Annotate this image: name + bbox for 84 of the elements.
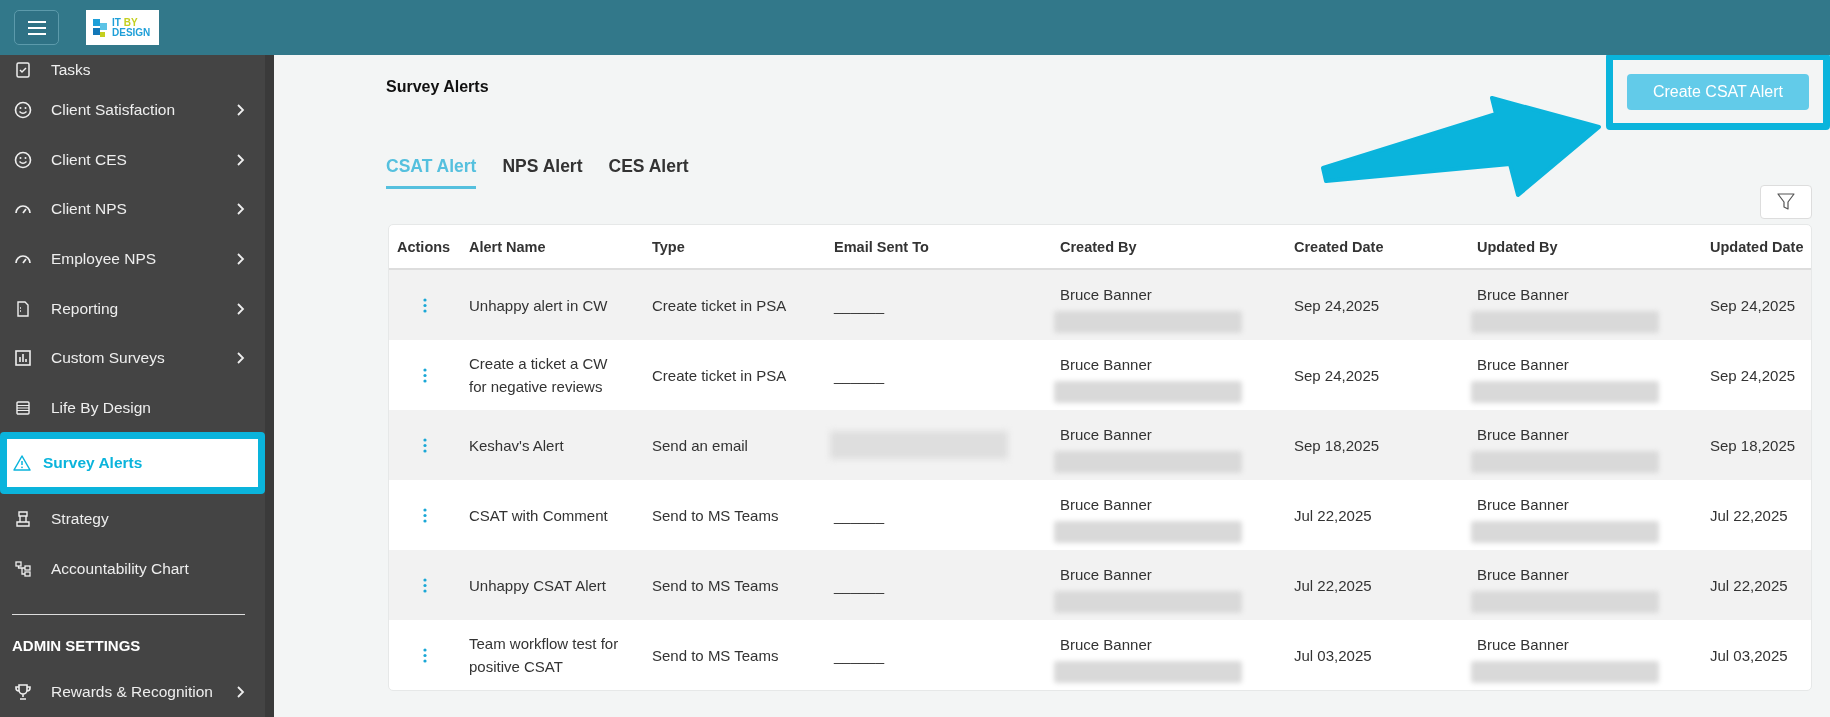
table-cell-text: Jul 22,2025	[1293, 576, 1373, 594]
table-cell-text: Sep 18,2025	[1709, 436, 1797, 454]
table-cell: ______	[834, 296, 885, 314]
sidebar-item[interactable]: Client CES	[0, 135, 265, 185]
smiley-icon	[14, 101, 32, 120]
table-cell-text: Create ticket in PSA	[651, 366, 788, 384]
sidebar-item[interactable]: Reporting	[0, 283, 265, 334]
table-cell: ______	[834, 646, 885, 664]
column-header: Updated By	[1476, 238, 1559, 255]
column-header: Alert Name	[468, 238, 547, 255]
table-cell-text: Keshav's Alert	[469, 435, 565, 456]
table-cell-text: Create ticket in PSA	[651, 296, 788, 314]
table-cell-text: Team workflow test for positive CSAT	[469, 634, 620, 677]
table-cell-text: Jul 22,2025	[1709, 576, 1789, 594]
column-header: Email Sent To	[833, 238, 930, 255]
warning-icon	[13, 454, 31, 473]
table-cell-text: Sep 24,2025	[1709, 366, 1797, 384]
table-cell-text: Sep 18,2025	[1293, 436, 1381, 454]
column-header: Created Date	[1293, 238, 1385, 255]
table-cell-text: Send to MS Teams	[651, 506, 780, 524]
sidebar-item[interactable]: Life By Design	[0, 382, 265, 433]
table-cell-text: Jul 03,2025	[1709, 646, 1789, 664]
table-cell-text: Bruce Banner	[1477, 636, 1570, 653]
table-cell-text: Bruce Banner	[1060, 356, 1153, 373]
table-cell-text: Send to MS Teams	[651, 646, 780, 664]
checklist-icon	[14, 61, 32, 80]
kebab-icon	[423, 437, 427, 453]
tab[interactable]: CES Alert	[608, 148, 689, 189]
table-cell-text: Unhappy alert in CW	[469, 295, 609, 316]
bar-chart-icon	[14, 349, 32, 368]
table-cell-text: Bruce Banner	[1060, 286, 1153, 303]
table-cell-text: Bruce Banner	[1060, 496, 1153, 513]
kebab-icon	[423, 507, 427, 523]
filter-icon	[1777, 193, 1795, 211]
page-title: Survey Alerts	[386, 78, 489, 96]
table-cell-text: Bruce Banner	[1477, 286, 1570, 303]
sidebar-item[interactable]: Accountability Chart	[0, 544, 265, 594]
column-header: Created By	[1059, 238, 1138, 255]
sidebar-item[interactable]: Tasks	[0, 55, 265, 86]
table-cell-text: Bruce Banner	[1477, 426, 1570, 443]
section-heading: ADMIN SETTINGS	[11, 635, 142, 656]
table-cell-text: Bruce Banner	[1477, 356, 1570, 373]
smiley-icon	[14, 150, 32, 169]
table-cell-text: Sep 24,2025	[1293, 366, 1381, 384]
table-cell-text: Unhappy CSAT Alert	[469, 575, 607, 596]
sidebar-item[interactable]: Rewards & Recognition	[0, 667, 265, 717]
table-cell: ______	[834, 366, 885, 384]
table-cell-text: Send to MS Teams	[651, 576, 780, 594]
table-cell-text: Sep 24,2025	[1709, 296, 1797, 314]
sidebar-item[interactable]: Client NPS	[0, 184, 265, 235]
table-cell-text: Sep 24,2025	[1293, 296, 1381, 314]
table-cell: ______	[834, 576, 885, 594]
tab[interactable]: NPS Alert	[502, 148, 583, 189]
sidebar-item[interactable]: Custom Surveys	[0, 333, 265, 383]
column-header: Type	[651, 238, 686, 255]
list-icon	[14, 398, 32, 417]
table-cell-text: Create a ticket a CW for negative reviews	[469, 354, 609, 397]
document-icon	[14, 299, 32, 318]
table-cell-text: Bruce Banner	[1477, 566, 1570, 583]
org-chart-icon	[14, 559, 32, 578]
sidebar-item[interactable]: Strategy	[0, 494, 265, 544]
table-cell-text: Send an email	[651, 436, 749, 454]
kebab-icon	[423, 577, 427, 593]
table-cell-text: Jul 22,2025	[1293, 506, 1373, 524]
sidebar-item[interactable]: Client Satisfaction	[0, 85, 265, 136]
sidebar-item[interactable]: Employee NPS	[0, 234, 265, 284]
table-cell-text: Bruce Banner	[1060, 426, 1153, 443]
kebab-icon	[423, 297, 427, 313]
table-cell: ______	[834, 506, 885, 524]
table-cell-text: Jul 03,2025	[1293, 646, 1373, 664]
table-cell-text: Bruce Banner	[1060, 566, 1153, 583]
filter-button[interactable]	[1760, 185, 1812, 219]
column-header: Actions	[396, 238, 452, 255]
table-cell-text: Jul 22,2025	[1709, 506, 1789, 524]
table-cell-text: CSAT with Comment	[469, 505, 609, 526]
trophy-icon	[14, 683, 32, 702]
column-header: Updated Date	[1709, 238, 1805, 255]
table-cell-text: Bruce Banner	[1477, 496, 1570, 513]
kebab-icon	[423, 367, 427, 383]
menu-button[interactable]	[14, 10, 59, 45]
kebab-icon	[423, 647, 427, 663]
pedestal-icon	[14, 510, 32, 529]
table-cell-text: Bruce Banner	[1060, 636, 1153, 653]
menu-icon	[26, 19, 47, 36]
